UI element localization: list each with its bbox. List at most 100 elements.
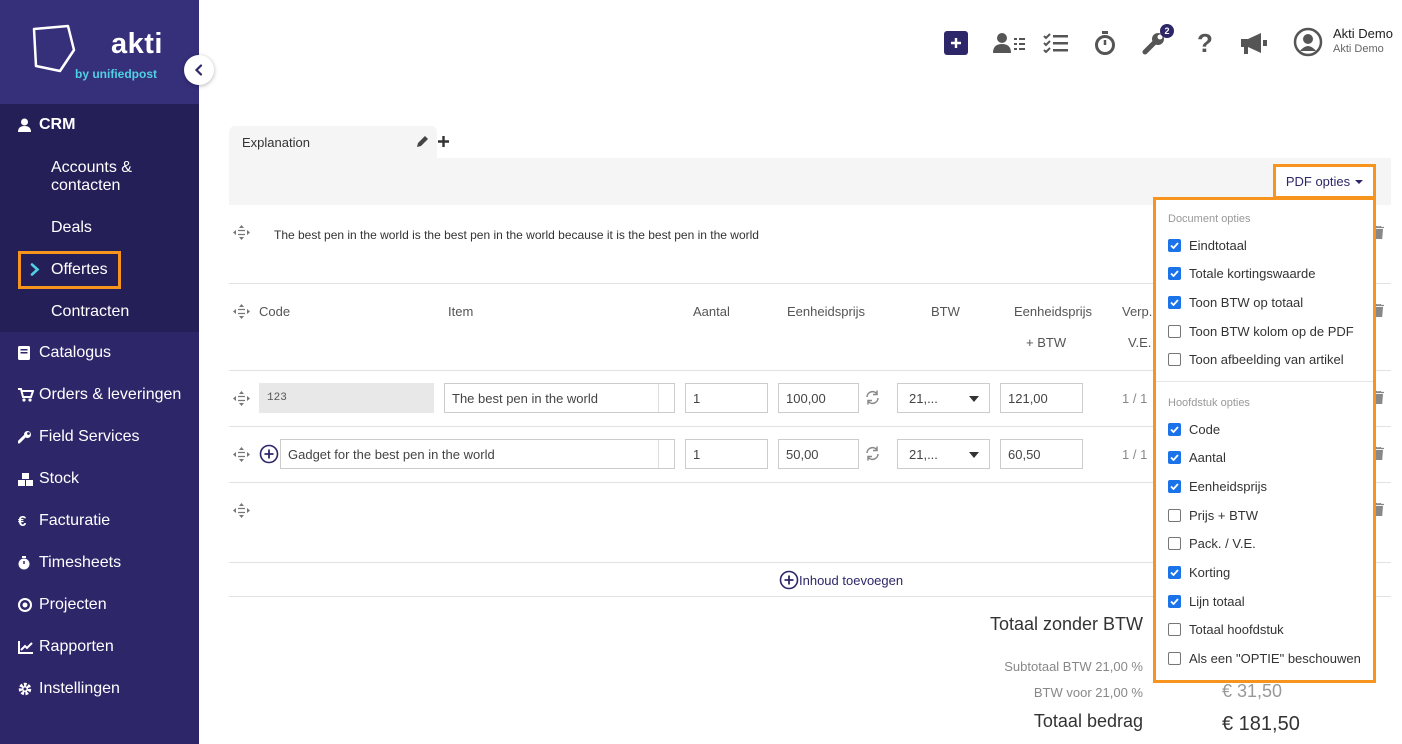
checkbox-unchecked-icon[interactable] — [1168, 325, 1181, 338]
chart-icon — [18, 640, 39, 654]
sidebar-item-deals[interactable]: Deals — [51, 219, 92, 237]
checklist-icon — [1043, 33, 1068, 53]
add-new-button[interactable] — [944, 31, 968, 55]
pencil-icon[interactable] — [415, 135, 429, 149]
checkbox-unchecked-icon[interactable] — [1168, 353, 1181, 366]
sidebar-item-stock[interactable]: Stock — [18, 470, 79, 488]
checkbox-checked-icon[interactable] — [1168, 296, 1181, 309]
sidebar-item-label: Instellingen — [39, 680, 120, 697]
avatar[interactable] — [1293, 27, 1323, 57]
checkbox-checked-icon[interactable] — [1168, 267, 1181, 280]
help-icon[interactable]: ? — [1194, 28, 1216, 58]
drag-handle-icon[interactable] — [233, 447, 250, 462]
chapter-tab[interactable]: Explanation — [229, 126, 437, 158]
checkbox-unchecked-icon[interactable] — [1168, 652, 1181, 665]
sidebar-item-label: Rapporten — [39, 638, 114, 655]
option-prijs-btw[interactable]: Prijs + BTW — [1168, 508, 1258, 523]
drag-handle-icon[interactable] — [233, 391, 250, 406]
option-totaal-hoofdstuk[interactable]: Totaal hoofdstuk — [1168, 622, 1284, 637]
code-field[interactable]: 123 — [259, 383, 434, 413]
unit-price-field[interactable]: 100,00 — [778, 383, 859, 413]
column-header-eenheidsprijs: Eenheidsprijs — [787, 304, 866, 319]
drag-handle-icon[interactable] — [233, 503, 250, 518]
checkbox-unchecked-icon[interactable] — [1168, 623, 1181, 636]
column-header-ve: V.E. — [1128, 335, 1152, 350]
option-label: Prijs + BTW — [1189, 508, 1258, 523]
column-header-prijs-btw-2: + BTW — [1026, 335, 1067, 350]
vat-select[interactable]: 21,... — [897, 439, 990, 469]
sidebar-item-offertes[interactable]: Offertes — [51, 261, 108, 279]
checkbox-checked-icon[interactable] — [1168, 566, 1181, 579]
user-name[interactable]: Akti Demo — [1333, 26, 1393, 41]
quantity-field[interactable]: 1 — [685, 383, 768, 413]
sidebar-item-field-services[interactable]: Field Services — [18, 428, 139, 446]
total-amount-label: Totaal bedrag — [1033, 711, 1143, 731]
price-incl-vat-field[interactable]: 60,50 — [1000, 439, 1083, 469]
sidebar-item-timesheets[interactable]: Timesheets — [18, 554, 121, 572]
resize-handle-icon[interactable] — [658, 384, 674, 412]
tasks-button[interactable] — [1043, 30, 1069, 56]
refresh-icon[interactable] — [865, 446, 880, 461]
option-toon-afbeelding[interactable]: Toon afbeelding van artikel — [1168, 352, 1344, 367]
contacts-button[interactable] — [993, 30, 1025, 56]
sidebar-item-projecten[interactable]: Projecten — [18, 596, 107, 614]
sidebar-item-label: Stock — [39, 470, 80, 487]
user-list-icon — [993, 33, 1025, 53]
checkbox-checked-icon[interactable] — [1168, 480, 1181, 493]
notification-badge: 2 — [1160, 24, 1174, 38]
sidebar-item-rapporten[interactable]: Rapporten — [18, 638, 114, 656]
option-lijn-totaal[interactable]: Lijn totaal — [1168, 594, 1245, 609]
checkbox-checked-icon[interactable] — [1168, 595, 1181, 608]
sidebar-item-instellingen[interactable]: Instellingen — [18, 680, 120, 698]
option-aantal[interactable]: Aantal — [1168, 450, 1226, 465]
sidebar-item-orders[interactable]: Orders & leveringen — [18, 386, 181, 404]
drag-handle-icon[interactable] — [233, 304, 250, 319]
option-pack-ve[interactable]: Pack. / V.E. — [1168, 536, 1256, 551]
option-als-optie[interactable]: Als een "OPTIE" beschouwen — [1168, 651, 1361, 666]
checkbox-unchecked-icon[interactable] — [1168, 509, 1181, 522]
option-totale-kortingswaarde[interactable]: Totale kortingswaarde — [1168, 266, 1315, 281]
price-incl-vat-field[interactable]: 121,00 — [1000, 383, 1083, 413]
sidebar-item-facturatie[interactable]: € Facturatie — [18, 512, 110, 530]
checkbox-unchecked-icon[interactable] — [1168, 537, 1181, 550]
option-toon-btw-op-totaal[interactable]: Toon BTW op totaal — [1168, 295, 1303, 310]
sidebar-item-contracten[interactable]: Contracten — [51, 303, 129, 321]
checkbox-checked-icon[interactable] — [1168, 423, 1181, 436]
column-header-aantal: Aantal — [693, 304, 730, 319]
vat-select[interactable]: 21,... — [897, 383, 990, 413]
chapter-tab-label: Explanation — [242, 135, 310, 150]
collapse-sidebar-button[interactable] — [184, 55, 214, 85]
sidebar-item-catalogus[interactable]: Catalogus — [18, 344, 111, 362]
pdf-options-button[interactable]: PDF opties — [1273, 164, 1376, 199]
column-header-item: Item — [448, 304, 474, 319]
option-eindtotaal[interactable]: Eindtotaal — [1168, 238, 1247, 253]
column-header-code: Code — [259, 304, 291, 319]
checkbox-checked-icon[interactable] — [1168, 451, 1181, 464]
item-field[interactable]: Gadget for the best pen in the world — [280, 439, 675, 469]
plus-icon — [951, 38, 961, 48]
add-content-button[interactable]: Inhoud toevoegen — [779, 570, 903, 590]
chevron-left-icon — [194, 64, 203, 76]
option-label: Toon BTW op totaal — [1189, 295, 1304, 310]
sidebar-item-crm[interactable]: CRM — [18, 116, 75, 134]
option-eenheidsprijs[interactable]: Eenheidsprijs — [1168, 479, 1267, 494]
unit-price-field[interactable]: 50,00 — [778, 439, 859, 469]
drag-handle-icon[interactable] — [233, 225, 250, 240]
item-field[interactable]: The best pen in the world — [444, 383, 675, 413]
logo[interactable]: akti by unifiedpost — [0, 0, 199, 104]
sidebar-item-label: Orders & leveringen — [39, 386, 182, 403]
quantity-field[interactable]: 1 — [685, 439, 768, 469]
option-toon-btw-kolom[interactable]: Toon BTW kolom op de PDF — [1168, 324, 1354, 339]
add-sub-item-icon[interactable] — [259, 444, 279, 464]
add-tab-icon[interactable] — [438, 136, 449, 147]
checkbox-checked-icon[interactable] — [1168, 239, 1181, 252]
chapter-text[interactable]: The best pen in the world is the best pe… — [274, 228, 759, 242]
option-code[interactable]: Code — [1168, 422, 1220, 437]
timer-button[interactable] — [1093, 30, 1117, 56]
divider — [1156, 381, 1373, 382]
resize-handle-icon[interactable] — [658, 440, 674, 468]
refresh-icon[interactable] — [865, 390, 880, 405]
sidebar-item-accounts[interactable]: Accounts & contacten — [51, 159, 171, 195]
announcements-button[interactable] — [1238, 30, 1270, 56]
option-korting[interactable]: Korting — [1168, 565, 1230, 580]
